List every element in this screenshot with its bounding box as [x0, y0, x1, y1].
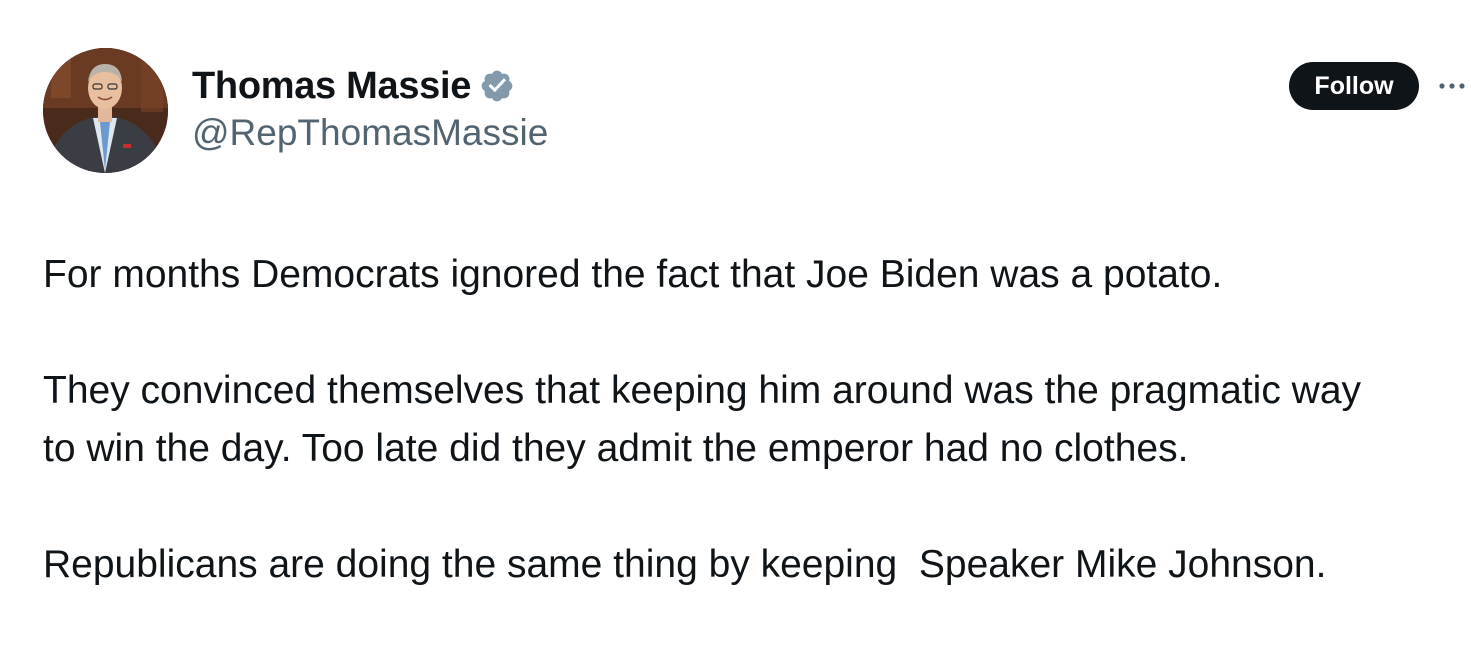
avatar[interactable]: [43, 48, 168, 173]
tweet-paragraph-3: Republicans are doing the same thing by …: [43, 543, 1327, 586]
tweet-paragraph-1: For months Democrats ignored the fact th…: [43, 253, 1223, 296]
tweet-text: For months Democrats ignored the fact th…: [43, 246, 1453, 652]
follow-button[interactable]: Follow: [1289, 62, 1419, 110]
author-handle[interactable]: @RepThomasMassie: [192, 112, 548, 154]
tweet-card: Thomas Massie @RepThomasMassie Follow Fo…: [0, 0, 1471, 616]
author-display-name[interactable]: Thomas Massie: [192, 65, 471, 108]
verified-badge-icon[interactable]: [479, 68, 515, 104]
more-options-button[interactable]: [1436, 72, 1468, 100]
tweet-paragraph-2: They convinced themselves that keeping h…: [43, 369, 1362, 470]
avatar-photo: [43, 48, 168, 173]
more-horizontal-icon: [1439, 83, 1465, 89]
author-name-row: Thomas Massie: [192, 64, 515, 108]
